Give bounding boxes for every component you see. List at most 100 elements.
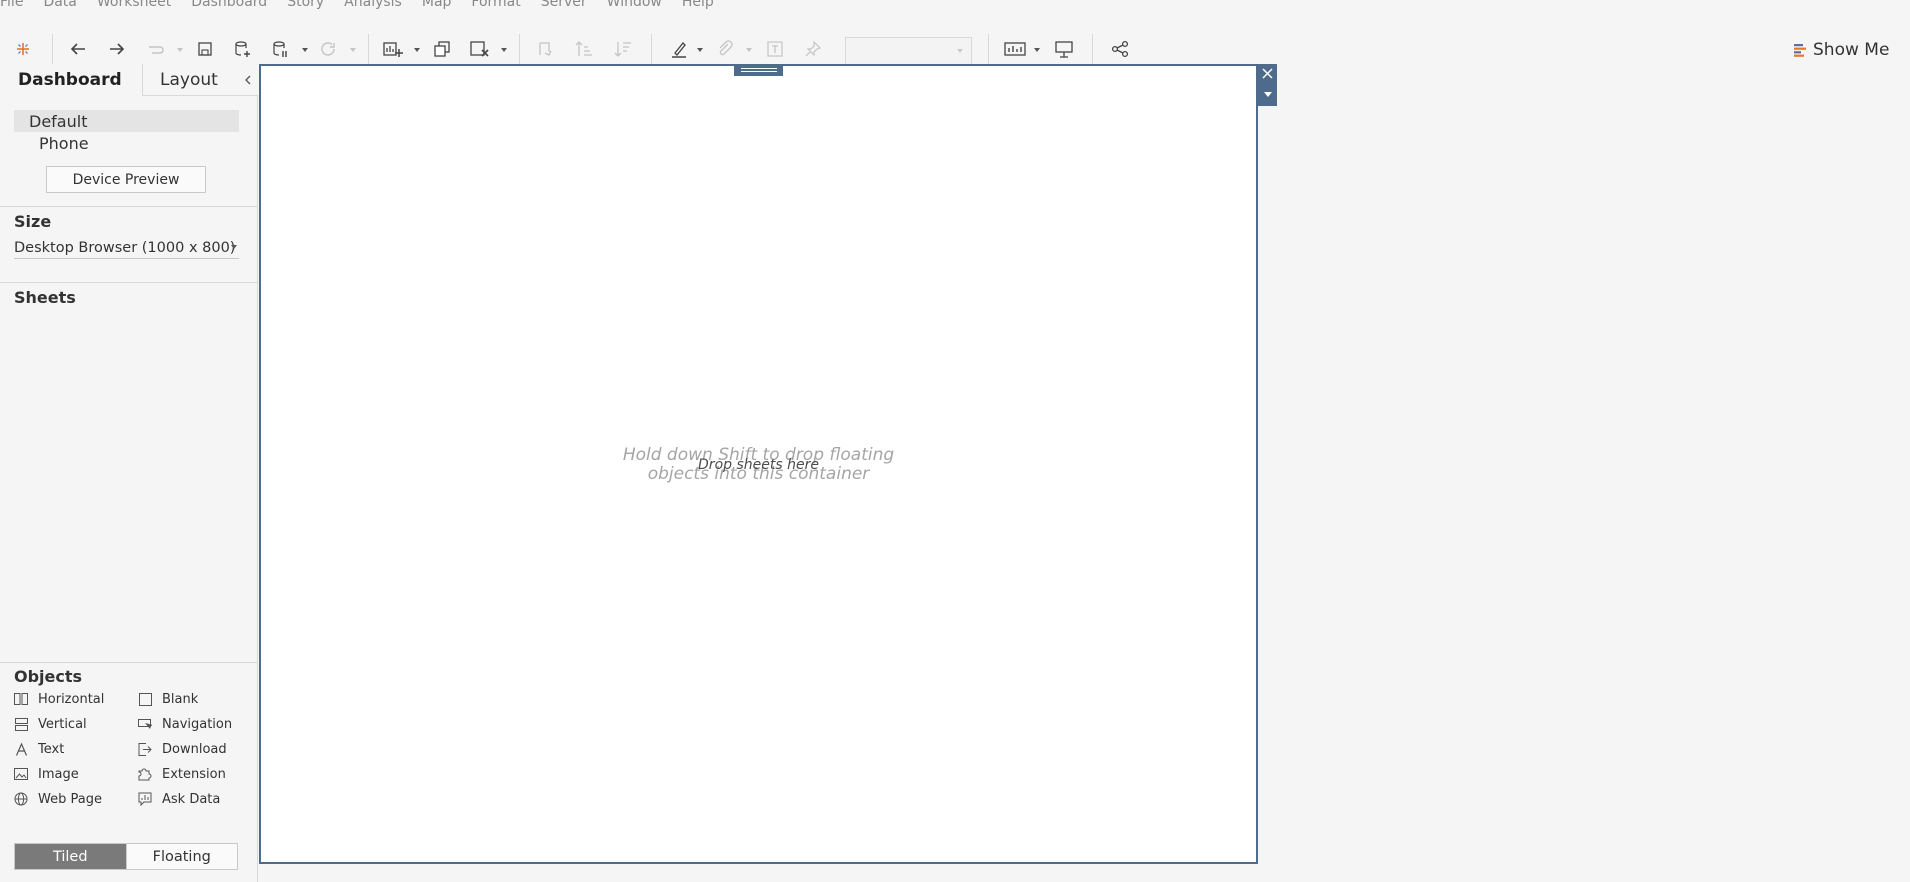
replay-icon[interactable]: [145, 38, 167, 60]
fit-dropdown[interactable]: [845, 37, 972, 65]
object-web-page[interactable]: Web Page: [14, 790, 102, 808]
object-download[interactable]: Download: [138, 740, 227, 758]
tiled-floating-toggle: Tiled Floating: [14, 843, 238, 870]
sort-ascending-icon[interactable]: [573, 38, 595, 60]
object-label: Vertical: [38, 716, 87, 732]
sheets-section-title: Sheets: [14, 288, 76, 307]
save-icon[interactable]: [194, 38, 216, 60]
share-icon[interactable]: [1109, 38, 1131, 60]
object-blank[interactable]: Blank: [138, 690, 198, 708]
horizontal-container-icon: [14, 692, 28, 706]
toolbar-separator: [519, 34, 520, 66]
undo-icon[interactable]: [67, 38, 89, 60]
ask-data-icon: [138, 792, 152, 806]
pause-updates-icon[interactable]: [270, 38, 292, 60]
menu-map[interactable]: Map: [422, 0, 452, 10]
toolbar-separator: [988, 34, 989, 66]
chevron-down-icon[interactable]: [413, 46, 421, 54]
device-list: Default Phone: [14, 110, 239, 154]
web-page-icon: [14, 792, 28, 806]
chevron-down-icon[interactable]: [349, 46, 357, 54]
tab-dashboard[interactable]: Dashboard: [0, 64, 142, 96]
fit-icon[interactable]: [1004, 38, 1026, 60]
chevron-down-icon[interactable]: [500, 46, 508, 54]
sort-descending-icon[interactable]: [612, 38, 634, 60]
swap-icon[interactable]: [534, 38, 556, 60]
chevron-down-icon[interactable]: [1033, 46, 1041, 54]
device-preview-button[interactable]: Device Preview: [46, 166, 206, 193]
extension-icon: [138, 767, 152, 781]
object-extension[interactable]: Extension: [138, 765, 226, 783]
menu-analysis[interactable]: Analysis: [344, 0, 402, 10]
device-default[interactable]: Default: [14, 110, 239, 132]
collapse-panel-icon[interactable]: [243, 73, 253, 87]
menu-window[interactable]: Window: [607, 0, 662, 10]
new-worksheet-icon[interactable]: [382, 38, 404, 60]
menu-file[interactable]: File: [0, 0, 23, 10]
object-horizontal[interactable]: Horizontal: [14, 690, 104, 708]
close-icon[interactable]: [1261, 67, 1274, 80]
download-icon: [138, 742, 152, 756]
object-ask-data[interactable]: Ask Data: [138, 790, 220, 808]
menu-story[interactable]: Story: [287, 0, 324, 10]
refresh-icon[interactable]: [317, 38, 339, 60]
tableau-logo-icon[interactable]: [12, 38, 34, 60]
tableau-window: File Data Worksheet Dashboard Story Anal…: [0, 0, 1910, 882]
menu-server[interactable]: Server: [541, 0, 587, 10]
highlight-icon[interactable]: [668, 38, 690, 60]
duplicate-icon[interactable]: [431, 38, 453, 60]
navigation-icon: [138, 717, 152, 731]
sheets-list: [0, 314, 257, 664]
menu-data[interactable]: Data: [43, 0, 76, 10]
show-me-icon: [1794, 44, 1806, 57]
blank-icon: [138, 692, 152, 706]
device-phone[interactable]: Phone: [14, 132, 239, 154]
toolbar: Show Me: [0, 12, 1910, 66]
new-data-source-icon[interactable]: [232, 38, 254, 60]
object-vertical[interactable]: Vertical: [14, 715, 87, 733]
object-label: Download: [162, 741, 227, 757]
more-options-icon[interactable]: [1264, 92, 1272, 97]
dashboard-canvas[interactable]: Hold down Shift to drop floating objects…: [259, 64, 1258, 864]
tab-layout[interactable]: Layout: [142, 64, 258, 96]
presentation-icon[interactable]: [1053, 38, 1075, 60]
object-label: Image: [38, 766, 79, 782]
menu-help[interactable]: Help: [682, 0, 714, 10]
object-label: Ask Data: [162, 791, 221, 807]
move-handle[interactable]: [734, 64, 783, 76]
vertical-container-icon: [14, 717, 28, 731]
redo-icon[interactable]: [106, 38, 128, 60]
chevron-down-icon[interactable]: [301, 46, 309, 54]
chevron-down-icon[interactable]: [745, 46, 753, 54]
label-icon[interactable]: [764, 38, 786, 60]
size-dropdown[interactable]: Desktop Browser (1000 x 800): [14, 237, 239, 259]
object-image[interactable]: Image: [14, 765, 79, 783]
menu-dashboard[interactable]: Dashboard: [191, 0, 267, 10]
show-me-button[interactable]: Show Me: [1793, 38, 1889, 62]
object-label: Navigation: [162, 716, 233, 732]
toolbar-separator: [52, 34, 53, 66]
object-label: Text: [38, 741, 65, 757]
object-label: Web Page: [38, 791, 102, 807]
section-divider: [0, 206, 258, 207]
chevron-down-icon[interactable]: [696, 46, 704, 54]
toolbar-separator: [651, 34, 652, 66]
clear-icon[interactable]: [469, 38, 491, 60]
pin-icon[interactable]: [802, 38, 824, 60]
object-navigation[interactable]: Navigation: [138, 715, 232, 733]
tiled-button[interactable]: Tiled: [15, 844, 126, 869]
image-icon: [14, 767, 28, 781]
object-text[interactable]: Text: [14, 740, 64, 758]
floating-button[interactable]: Floating: [125, 844, 237, 869]
group-icon[interactable]: [714, 38, 736, 60]
menu-format[interactable]: Format: [471, 0, 520, 10]
menu-bar: File Data Worksheet Dashboard Story Anal…: [0, 0, 734, 10]
object-label: Horizontal: [38, 691, 105, 707]
menu-worksheet[interactable]: Worksheet: [97, 0, 171, 10]
dashboard-side-panel: Dashboard Layout Default Phone Device Pr…: [0, 64, 258, 882]
objects-section-title: Objects: [14, 667, 83, 686]
section-divider: [0, 282, 258, 283]
chevron-down-icon[interactable]: [176, 46, 184, 54]
object-label: Blank: [162, 691, 199, 707]
size-value: Desktop Browser (1000 x 800): [14, 239, 236, 256]
